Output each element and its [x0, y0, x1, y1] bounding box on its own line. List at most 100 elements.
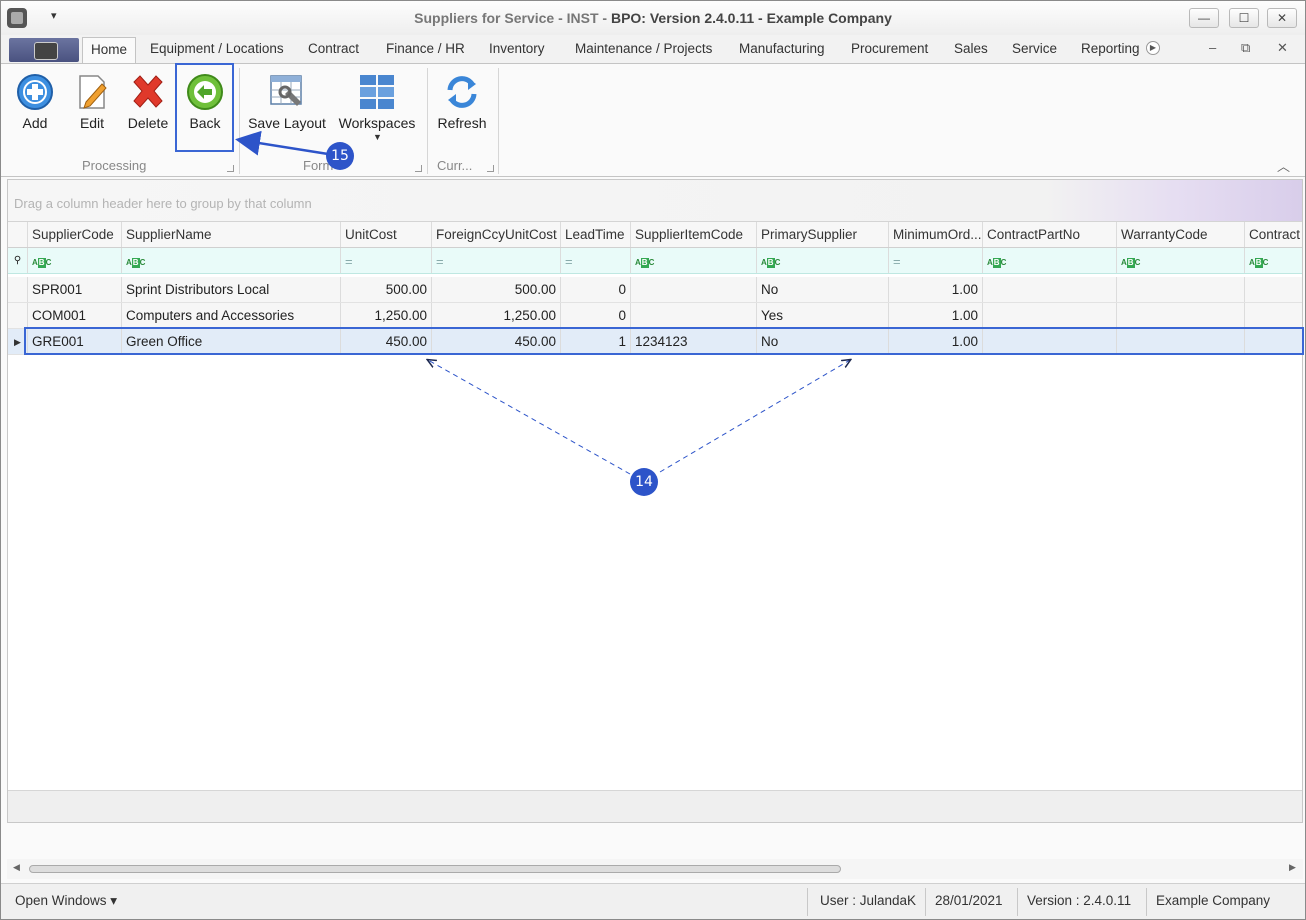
- minimize-button[interactable]: —: [1189, 8, 1219, 28]
- equals-filter-icon: =: [436, 254, 444, 269]
- cell-contract-part-no[interactable]: [983, 277, 1117, 302]
- cell-foreign-ccy-unit-cost[interactable]: 500.00: [432, 277, 561, 302]
- scroll-thumb[interactable]: [29, 865, 841, 873]
- currency-launcher-icon[interactable]: [487, 165, 494, 172]
- filter-supplier-name[interactable]: ABC: [122, 248, 341, 273]
- cell-supplier-code[interactable]: COM001: [28, 303, 122, 328]
- filter-contract-part-no[interactable]: ABC: [983, 248, 1117, 273]
- cell-contract[interactable]: [1245, 277, 1302, 302]
- cell-supplier-name[interactable]: Computers and Accessories: [122, 303, 341, 328]
- cell-primary-supplier[interactable]: No: [757, 277, 889, 302]
- tab-manufacturing[interactable]: Manufacturing: [739, 41, 825, 56]
- cell-lead-time[interactable]: 0: [561, 303, 631, 328]
- cell-unit-cost[interactable]: 500.00: [341, 277, 432, 302]
- cell-contract-part-no[interactable]: [983, 303, 1117, 328]
- application-menu-button[interactable]: [9, 38, 79, 62]
- header-contract[interactable]: Contract: [1245, 222, 1302, 247]
- header-primary-supplier[interactable]: PrimarySupplier: [757, 222, 889, 247]
- mdi-close-button[interactable]: ✕: [1277, 40, 1288, 56]
- cell-contract[interactable]: [1245, 303, 1302, 328]
- header-unit-cost[interactable]: UnitCost: [341, 222, 432, 247]
- cell-supplier-name[interactable]: Sprint Distributors Local: [122, 277, 341, 302]
- scroll-left-icon[interactable]: ◀: [13, 862, 20, 873]
- tab-finance-hr[interactable]: Finance / HR: [386, 41, 465, 56]
- cell-foreign-ccy-unit-cost[interactable]: 1,250.00: [432, 303, 561, 328]
- filter-foreign-ccy-unit-cost[interactable]: =: [432, 248, 561, 273]
- tab-maintenance-projects[interactable]: Maintenance / Projects: [575, 41, 712, 56]
- horizontal-scrollbar[interactable]: ◀ ▶: [7, 859, 1303, 879]
- cell-warranty-code[interactable]: [1117, 277, 1245, 302]
- equals-filter-icon: =: [345, 254, 353, 269]
- processing-launcher-icon[interactable]: [227, 165, 234, 172]
- tab-home[interactable]: Home: [82, 37, 137, 64]
- table-row[interactable]: SPR001 Sprint Distributors Local 500.00 …: [8, 277, 1302, 303]
- status-bar: Open Windows ▾ User : JulandaK 28/01/202…: [1, 883, 1305, 919]
- window-title-app: BPO: Version 2.4.0.11 - Example Company: [610, 10, 892, 26]
- header-warranty-code[interactable]: WarrantyCode: [1117, 222, 1245, 247]
- header-supplier-item-code[interactable]: SupplierItemCode: [631, 222, 757, 247]
- header-minimum-order[interactable]: MinimumOrd...: [889, 222, 983, 247]
- delete-button[interactable]: Delete: [123, 64, 173, 152]
- filter-contract[interactable]: ABC: [1245, 248, 1302, 273]
- step-badge-15: 15: [326, 142, 354, 170]
- close-button[interactable]: ✕: [1267, 8, 1297, 28]
- scroll-right-icon[interactable]: ▶: [1289, 862, 1296, 873]
- filter-supplier-code[interactable]: ABC: [28, 248, 122, 273]
- filter-supplier-item-code[interactable]: ABC: [631, 248, 757, 273]
- status-separator: [1146, 888, 1147, 916]
- tab-scroll-right-icon[interactable]: ▶: [1146, 41, 1160, 55]
- header-foreign-ccy-unit-cost[interactable]: ForeignCcyUnitCost: [432, 222, 561, 247]
- delete-label: Delete: [127, 115, 169, 131]
- tab-procurement[interactable]: Procurement: [851, 41, 928, 56]
- edit-button[interactable]: Edit: [67, 64, 117, 152]
- cell-primary-supplier[interactable]: Yes: [757, 303, 889, 328]
- refresh-button[interactable]: Refresh: [433, 64, 491, 152]
- cell-unit-cost[interactable]: 1,250.00: [341, 303, 432, 328]
- refresh-icon: [447, 76, 477, 108]
- equals-filter-icon: =: [893, 254, 901, 269]
- filter-lead-time[interactable]: =: [561, 248, 631, 273]
- currency-group-label: Curr...: [437, 158, 473, 173]
- text-filter-icon: ABC: [32, 258, 52, 268]
- group-by-panel[interactable]: Drag a column header here to group by th…: [8, 180, 1302, 222]
- cell-supplier-item-code[interactable]: [631, 277, 757, 302]
- group-separator: [239, 68, 240, 174]
- cell-lead-time[interactable]: 0: [561, 277, 631, 302]
- refresh-label: Refresh: [437, 115, 487, 131]
- cell-minimum-order[interactable]: 1.00: [889, 303, 983, 328]
- header-lead-time[interactable]: LeadTime: [561, 222, 631, 247]
- text-filter-icon: ABC: [635, 258, 655, 268]
- filter-minimum-order[interactable]: =: [889, 248, 983, 273]
- tab-equipment-locations[interactable]: Equipment / Locations: [150, 41, 284, 56]
- mdi-minimize-button[interactable]: –: [1209, 40, 1216, 55]
- cell-warranty-code[interactable]: [1117, 303, 1245, 328]
- cell-supplier-item-code[interactable]: [631, 303, 757, 328]
- row-indicator[interactable]: [8, 303, 28, 328]
- table-row[interactable]: COM001 Computers and Accessories 1,250.0…: [8, 303, 1302, 329]
- title-bar: ▾ Suppliers for Service - INST - BPO: Ve…: [1, 1, 1305, 35]
- save-layout-icon: [270, 75, 302, 106]
- format-launcher-icon[interactable]: [415, 165, 422, 172]
- filter-unit-cost[interactable]: =: [341, 248, 432, 273]
- maximize-button[interactable]: ☐: [1229, 8, 1259, 28]
- mdi-restore-button[interactable]: ⧉: [1241, 40, 1250, 56]
- header-supplier-name[interactable]: SupplierName: [122, 222, 341, 247]
- open-windows-menu[interactable]: Open Windows ▾: [15, 893, 117, 909]
- tab-sales[interactable]: Sales: [954, 41, 988, 56]
- header-contract-part-no[interactable]: ContractPartNo: [983, 222, 1117, 247]
- add-icon: [17, 74, 53, 110]
- tab-inventory[interactable]: Inventory: [489, 41, 545, 56]
- workspaces-button[interactable]: Workspaces ▼: [337, 64, 417, 152]
- add-button[interactable]: Add: [11, 64, 59, 152]
- tab-service[interactable]: Service: [1012, 41, 1057, 56]
- row-indicator[interactable]: [8, 277, 28, 302]
- cell-supplier-code[interactable]: SPR001: [28, 277, 122, 302]
- collapse-ribbon-icon[interactable]: ︿: [1277, 156, 1290, 175]
- filter-primary-supplier[interactable]: ABC: [757, 248, 889, 273]
- cell-minimum-order[interactable]: 1.00: [889, 277, 983, 302]
- filter-warranty-code[interactable]: ABC: [1117, 248, 1245, 273]
- header-supplier-code[interactable]: SupplierCode: [28, 222, 122, 247]
- tab-contract[interactable]: Contract: [308, 41, 359, 56]
- tab-reporting[interactable]: Reporting: [1081, 41, 1140, 56]
- save-layout-button[interactable]: Save Layout: [247, 64, 327, 152]
